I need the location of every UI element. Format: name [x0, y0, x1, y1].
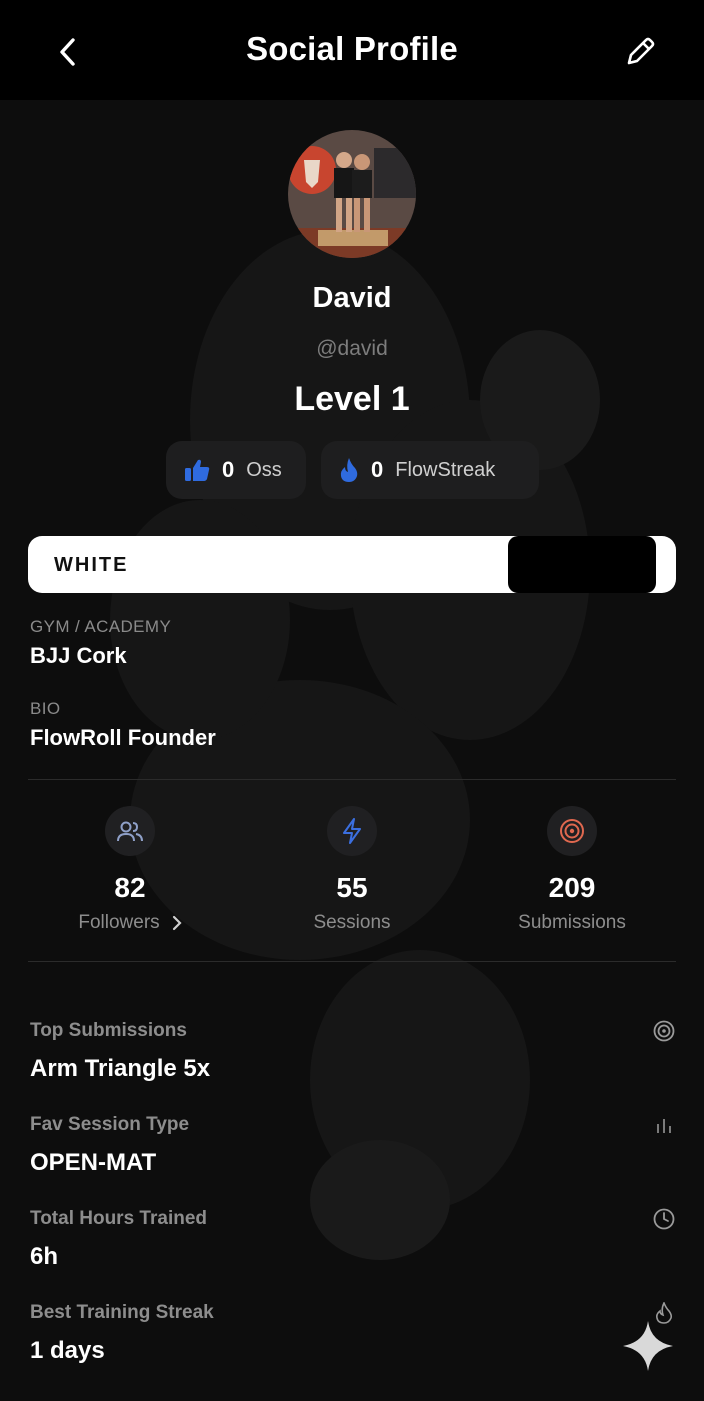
profile-level: Level 1 [294, 380, 410, 418]
submissions-label: Submissions [518, 912, 626, 933]
stat-icon-wrap [105, 806, 155, 856]
lightning-icon [343, 818, 361, 844]
top-submissions-value: Arm Triangle 5x [30, 1055, 211, 1082]
fav-session-value: OPEN-MAT [30, 1149, 157, 1176]
flowstreak-pill[interactable]: 0 FlowStreak [321, 441, 539, 499]
top-bar: Social Profile [0, 0, 704, 100]
oss-count: 0 [222, 457, 235, 482]
stat-followers[interactable]: 82 Followers [30, 806, 230, 934]
stat-submissions: 209 Submissions [472, 806, 672, 934]
pencil-icon [627, 37, 655, 65]
gym-label: GYM / ACADEMY [30, 617, 172, 636]
stat-icon-wrap [327, 806, 377, 856]
total-hours-label: Total Hours Trained [30, 1208, 208, 1229]
target-icon [560, 819, 584, 843]
divider [28, 779, 676, 780]
followers-label: Followers [78, 912, 160, 933]
followers-count: 82 [114, 872, 146, 903]
profile-handle: @david [316, 337, 388, 360]
total-hours-value: 6h [30, 1243, 59, 1270]
chevron-right-icon [172, 915, 182, 931]
top-submissions-label: Top Submissions [30, 1020, 187, 1041]
divider [28, 961, 676, 962]
sessions-count: 55 [336, 872, 368, 903]
sparkle-icon [623, 1321, 673, 1371]
avatar[interactable] [288, 130, 416, 258]
target-icon [653, 1020, 675, 1042]
oss-label: Oss [246, 458, 282, 481]
bar-chart-icon [657, 1119, 671, 1133]
profile-name: David [312, 282, 392, 314]
page-title: Social Profile [246, 30, 458, 67]
avatar-photo [288, 130, 416, 258]
bio-value: FlowRoll Founder [30, 725, 216, 750]
stat-sessions: 55 Sessions [252, 806, 452, 934]
best-streak-value: 1 days [30, 1337, 105, 1364]
edit-button[interactable] [618, 30, 662, 74]
sessions-label: Sessions [313, 912, 391, 933]
clock-icon [653, 1208, 675, 1230]
submissions-count: 209 [548, 872, 596, 903]
gym-value: BJJ Cork [30, 643, 127, 668]
flowstreak-label: FlowStreak [395, 458, 496, 481]
belt-black-bar [508, 536, 656, 593]
fav-session-label: Fav Session Type [30, 1114, 190, 1135]
flame-icon [340, 458, 358, 482]
ai-assistant-button[interactable] [622, 1320, 674, 1372]
thumbs-up-icon [185, 459, 210, 481]
oss-pill[interactable]: 0 Oss [166, 441, 306, 499]
bio-label: BIO [30, 699, 61, 718]
belt-rank: WHITE [28, 536, 676, 593]
best-streak-label: Best Training Streak [30, 1302, 214, 1323]
flowstreak-count: 0 [371, 457, 384, 482]
belt-label: WHITE [54, 554, 129, 576]
stat-icon-wrap [547, 806, 597, 856]
users-icon [117, 821, 143, 842]
